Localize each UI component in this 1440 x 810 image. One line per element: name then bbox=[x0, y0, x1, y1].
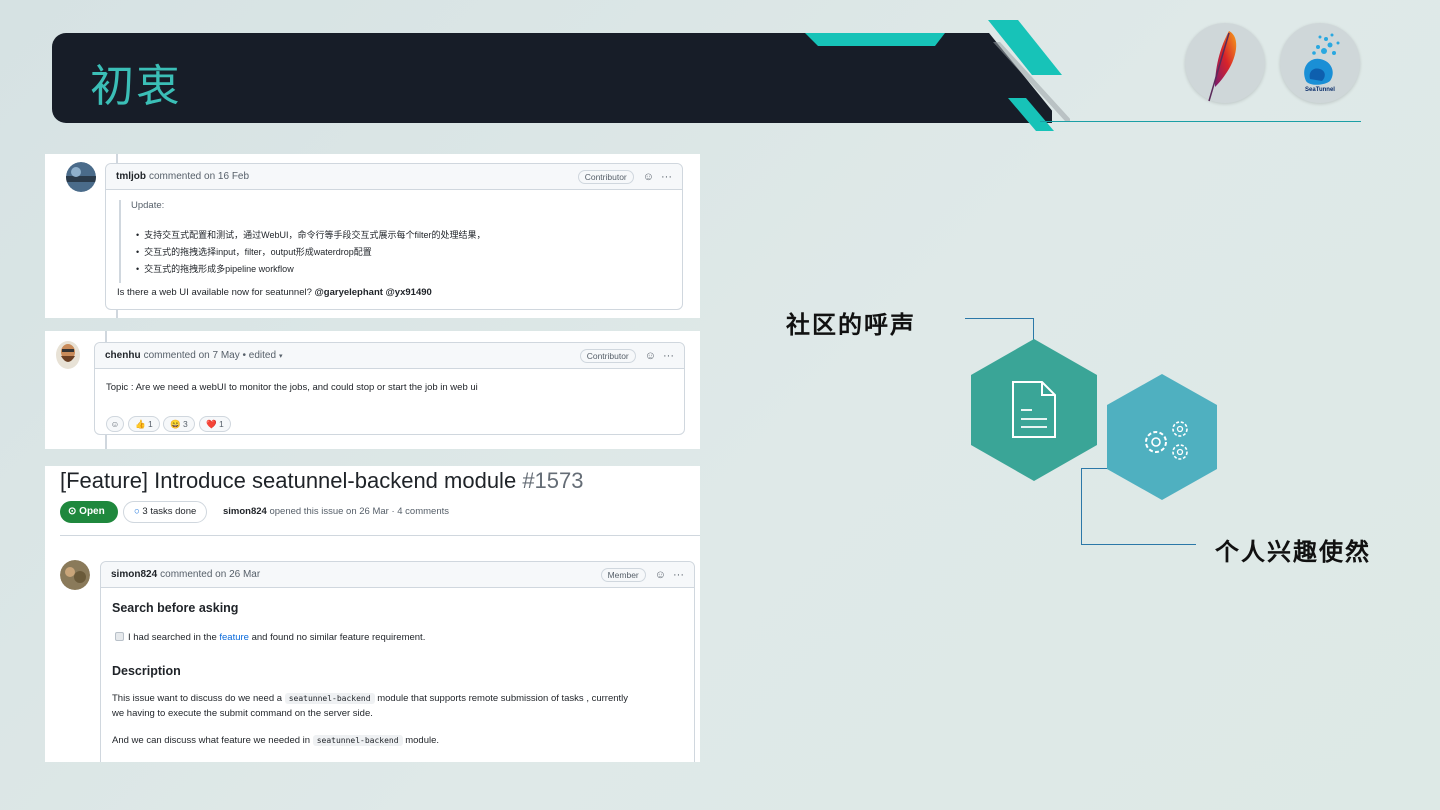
description-line-2: we having to execute the submit command … bbox=[112, 708, 373, 719]
comment-question: Is there a web UI available now for seat… bbox=[117, 287, 432, 298]
code-snippet: seatunnel-backend bbox=[284, 693, 375, 704]
add-reaction-icon[interactable]: ☺ bbox=[106, 416, 124, 432]
header-underline bbox=[1040, 121, 1361, 122]
open-circle-icon: ⊙ bbox=[68, 506, 77, 517]
issue-title: [Feature] Introduce seatunnel-backend mo… bbox=[60, 468, 584, 493]
bullet-2: • 交互式的拖拽选择input，filter，output形成waterdrop… bbox=[136, 247, 372, 257]
apache-feather-logo bbox=[1185, 23, 1265, 103]
header-decoration bbox=[805, 20, 1070, 131]
bullet-3: • 交互式的拖拽形成多pipeline workflow bbox=[136, 264, 294, 274]
comment-box: tmljob commented on 16 Feb Contributor ☺… bbox=[105, 163, 683, 310]
comment-panel-chenhu: chenhu commented on 7 May • edited ▾ Con… bbox=[45, 331, 700, 449]
issue-number: #1573 bbox=[522, 468, 584, 493]
comment-box: chenhu commented on 7 May • edited ▾ Con… bbox=[94, 342, 685, 435]
avatar bbox=[56, 341, 80, 369]
bullet-1: • 支持交互式配置和测试，通过WebUI，命令行等手段交互式展示每个filter… bbox=[136, 230, 486, 240]
comment-author[interactable]: chenhu bbox=[105, 350, 141, 361]
comment-author[interactable]: simon824 bbox=[111, 569, 157, 580]
document-icon bbox=[1012, 381, 1056, 438]
reaction-thumbsup[interactable]: 👍 1 bbox=[128, 416, 160, 432]
seatunnel-logo: SeaTunnel bbox=[1280, 23, 1360, 103]
comment-action: commented on 26 Mar bbox=[160, 569, 261, 580]
more-options-icon[interactable]: ··· bbox=[673, 569, 684, 581]
comment-action: commented on 16 Feb bbox=[149, 171, 250, 182]
mentions[interactable]: @garyelephant @yx91490 bbox=[315, 287, 432, 298]
member-badge: Member bbox=[600, 567, 646, 582]
avatar bbox=[66, 162, 96, 192]
connector-top bbox=[965, 318, 1034, 340]
issue-author[interactable]: simon824 bbox=[223, 506, 267, 517]
status-badge: ⊙ Open bbox=[60, 501, 118, 523]
description-line-1: This issue want to discuss do we need a … bbox=[112, 693, 629, 704]
chevron-down-icon[interactable]: ▾ bbox=[279, 352, 283, 360]
label-community-voice: 社区的呼声 bbox=[786, 311, 916, 339]
seatunnel-logo-text: SeaTunnel bbox=[1305, 87, 1335, 93]
tasks-badge[interactable]: ○ 3 tasks done bbox=[123, 501, 208, 523]
gears-icon bbox=[1145, 421, 1188, 460]
checkbox[interactable] bbox=[115, 632, 124, 641]
comment-header: chenhu commented on 7 May • edited ▾ Con… bbox=[95, 343, 684, 369]
contributor-badge: Contributor bbox=[579, 348, 636, 363]
description-heading: Description bbox=[112, 664, 181, 678]
comment-panel-tmljob: tmljob commented on 16 Feb Contributor ☺… bbox=[45, 154, 700, 318]
quote-title: Update: bbox=[131, 200, 165, 211]
more-options-icon[interactable]: ··· bbox=[661, 171, 672, 183]
comment-body: Topic : Are we need a webUI to monitor t… bbox=[106, 382, 478, 393]
description-line-3: And we can discuss what feature we neede… bbox=[112, 735, 440, 746]
tasks-circle-icon: ○ bbox=[134, 506, 140, 517]
issue-panel: [Feature] Introduce seatunnel-backend mo… bbox=[45, 466, 700, 762]
slide: 初衷 SeaTunnel tmljob commented on 16 Feb … bbox=[0, 0, 1440, 810]
contributor-badge: Contributor bbox=[577, 169, 634, 184]
smiley-icon[interactable]: ☺ bbox=[645, 350, 656, 362]
label-personal-interest: 个人兴趣使然 bbox=[1215, 538, 1371, 566]
code-snippet: seatunnel-backend bbox=[312, 735, 403, 746]
reaction-heart[interactable]: ❤️ 1 bbox=[199, 416, 231, 432]
divider bbox=[60, 535, 700, 536]
issue-meta: simon824 opened this issue on 26 Mar · 4… bbox=[223, 506, 450, 517]
comment-header: simon824 commented on 26 Mar Member ☺ ··… bbox=[101, 562, 694, 588]
more-options-icon[interactable]: ··· bbox=[663, 350, 674, 362]
smiley-icon[interactable]: ☺ bbox=[655, 569, 666, 581]
avatar bbox=[60, 560, 90, 590]
feather-icon bbox=[1208, 31, 1237, 102]
slide-title: 初衷 bbox=[90, 61, 182, 112]
comment-author[interactable]: tmljob bbox=[116, 171, 146, 182]
search-heading: Search before asking bbox=[112, 601, 239, 615]
checkbox-item: I had searched in the feature and found … bbox=[115, 632, 425, 643]
feature-link[interactable]: feature bbox=[219, 632, 249, 643]
smiley-icon[interactable]: ☺ bbox=[643, 171, 654, 183]
comment-box: simon824 commented on 26 Mar Member ☺ ··… bbox=[100, 561, 695, 762]
comment-header: tmljob commented on 16 Feb Contributor ☺… bbox=[106, 164, 682, 190]
comment-action: commented on 7 May • edited bbox=[143, 350, 277, 361]
reaction-laugh[interactable]: 😄 3 bbox=[163, 416, 195, 432]
